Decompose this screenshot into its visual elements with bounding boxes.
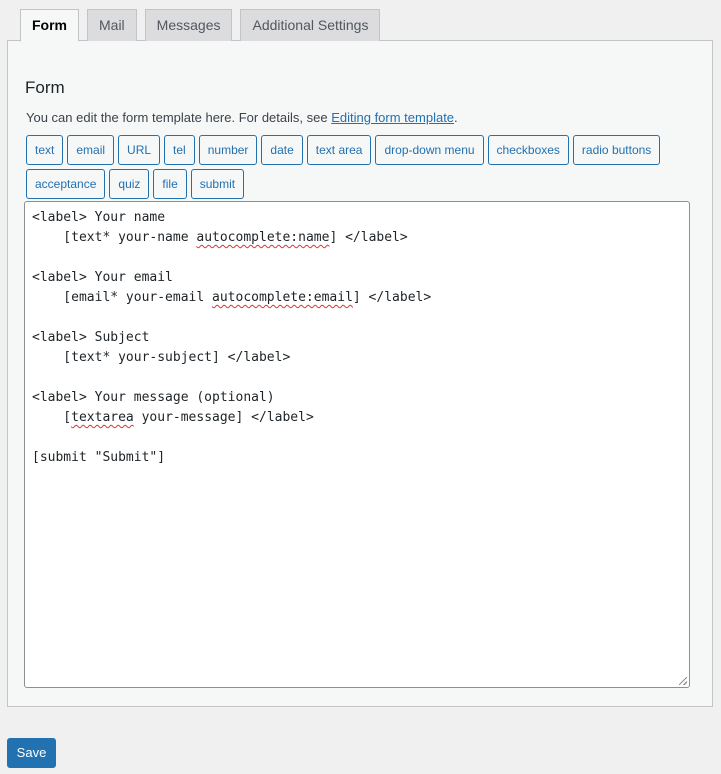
tag-button-acceptance[interactable]: acceptance bbox=[26, 169, 106, 199]
code-text: ] </label> bbox=[329, 230, 408, 245]
tab-form[interactable]: Form bbox=[20, 9, 79, 42]
tag-button-text[interactable]: text bbox=[26, 135, 64, 165]
spellcheck-flagged-text: autocomplete:name bbox=[196, 230, 330, 245]
tag-button-number[interactable]: number bbox=[198, 135, 258, 165]
tag-button-textarea[interactable]: text area bbox=[306, 135, 372, 165]
code-text: [submit "Submit"] bbox=[32, 450, 166, 465]
tab-bar: Form Mail Messages Additional Settings bbox=[20, 9, 388, 42]
tag-button-tel[interactable]: tel bbox=[164, 135, 195, 165]
save-button[interactable]: Save bbox=[7, 738, 56, 768]
tag-button-dropdown-menu[interactable]: drop-down menu bbox=[375, 135, 484, 165]
tag-button-url[interactable]: URL bbox=[118, 135, 161, 165]
code-text: your-message] </label> bbox=[133, 410, 314, 425]
description-suffix: . bbox=[454, 110, 458, 125]
code-text: <label> Your message (optional) bbox=[32, 390, 275, 405]
description-text: You can edit the form template here. For… bbox=[26, 110, 332, 125]
code-line: [textarea your-message] </label> bbox=[32, 408, 682, 428]
tag-button-checkboxes[interactable]: checkboxes bbox=[487, 135, 569, 165]
code-text: [email* your-email bbox=[32, 290, 213, 305]
tag-generator-row-2: acceptance quiz file submit bbox=[26, 169, 248, 199]
tab-mail[interactable]: Mail bbox=[87, 9, 137, 41]
code-text: <label> Your email bbox=[32, 270, 173, 285]
panel-description: You can edit the form template here. For… bbox=[26, 110, 458, 125]
tag-button-quiz[interactable]: quiz bbox=[109, 169, 150, 199]
spellcheck-flagged-text: autocomplete:email bbox=[212, 290, 353, 305]
tab-additional-settings[interactable]: Additional Settings bbox=[240, 9, 381, 41]
tag-button-file[interactable]: file bbox=[153, 169, 187, 199]
tag-generator-row-1: text email URL tel number date text area… bbox=[26, 135, 664, 165]
tag-button-date[interactable]: date bbox=[261, 135, 303, 165]
code-line: [text* your-subject] </label> bbox=[32, 348, 682, 368]
resize-handle[interactable] bbox=[679, 677, 687, 685]
code-text: [ bbox=[32, 410, 72, 425]
tag-button-submit[interactable]: submit bbox=[190, 169, 245, 199]
form-panel: Form You can edit the form template here… bbox=[7, 40, 713, 707]
tag-button-radio-buttons[interactable]: radio buttons bbox=[572, 135, 661, 165]
code-text: [text* your-subject] </label> bbox=[32, 350, 291, 365]
tag-button-email[interactable]: email bbox=[67, 135, 115, 165]
editing-form-template-link[interactable]: Editing form template bbox=[331, 110, 454, 125]
code-text: ] </label> bbox=[352, 290, 432, 305]
code-line: [text* your-name autocomplete:name] </la… bbox=[32, 228, 682, 248]
code-text: <label> Subject bbox=[32, 330, 150, 345]
code-text: [text* your-name bbox=[32, 230, 197, 245]
tab-messages[interactable]: Messages bbox=[144, 9, 233, 41]
code-line: <label> Subject bbox=[32, 328, 682, 348]
code-line: <label> Your email bbox=[32, 268, 682, 288]
spellcheck-flagged-text: textarea bbox=[71, 410, 134, 425]
code-line: <label> Your message (optional) bbox=[32, 388, 682, 408]
code-line: <label> Your name bbox=[32, 208, 682, 228]
code-line: [submit "Submit"] bbox=[32, 448, 682, 468]
panel-title: Form bbox=[25, 78, 65, 97]
form-template-editor[interactable]: <label> Your name [text* your-name autoc… bbox=[24, 201, 690, 688]
code-text: <label> Your name bbox=[32, 210, 166, 225]
code-line: [email* your-email autocomplete:email] <… bbox=[32, 288, 682, 308]
